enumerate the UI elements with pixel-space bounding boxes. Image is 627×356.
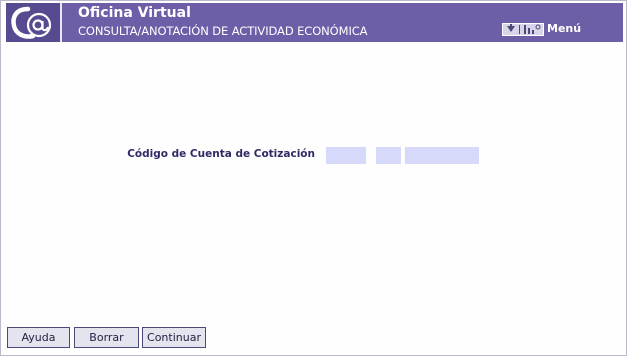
page-frame (0, 0, 627, 356)
at-sign-logo-icon (6, 3, 62, 42)
bar-chart-icon (524, 24, 541, 34)
menu-button[interactable]: Menú (502, 22, 582, 38)
continue-button[interactable]: Continuar (142, 327, 206, 348)
page-subtitle: CONSULTA/ANOTACIÓN DE ACTIVIDAD ECONÓMIC… (78, 24, 368, 38)
ccc-regimen-input[interactable] (326, 147, 366, 164)
ccc-label: Código de Cuenta de Cotización (127, 148, 315, 160)
menu-label: Menú (547, 22, 582, 35)
ccc-provincia-input[interactable] (376, 147, 401, 164)
app-title: Oficina Virtual (78, 5, 191, 21)
menu-icons (502, 23, 544, 36)
ccc-numero-input[interactable] (405, 147, 479, 164)
arrow-down-icon (507, 24, 515, 32)
help-button[interactable]: Ayuda (7, 327, 70, 348)
clear-button[interactable]: Borrar (74, 327, 139, 348)
